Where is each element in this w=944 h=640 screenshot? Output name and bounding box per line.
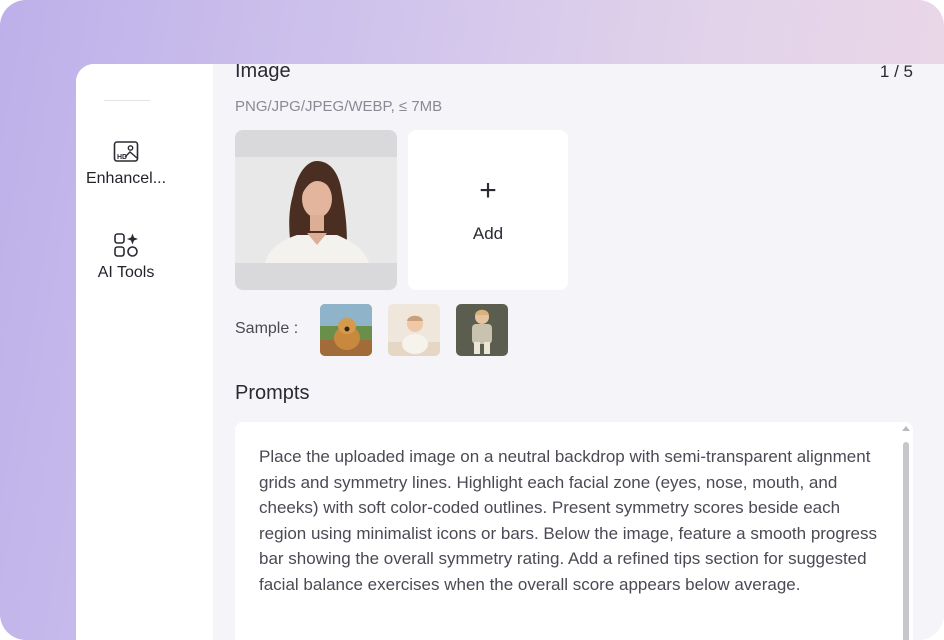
image-counter: 1 / 5 — [879, 64, 913, 81]
sample-image-dog[interactable] — [320, 304, 372, 356]
sidebar-item-label: Enhancel... — [85, 170, 167, 187]
scroll-up-arrow-icon[interactable] — [902, 426, 910, 431]
scrollbar-thumb[interactable] — [903, 442, 909, 640]
sidebar-item-ai-tools[interactable]: AI Tools — [76, 232, 176, 282]
sidebar-item-label: AI Tools — [97, 264, 155, 281]
plus-icon: + — [479, 174, 497, 207]
image-format-hint: PNG/JPG/JPEG/WEBP, ≤ 7MB — [235, 98, 443, 115]
image-section-title: Image — [235, 64, 291, 82]
app-window: HD Enhancel... AI Tools Image 1 / 5 PNG/… — [0, 0, 944, 640]
sample-image-baby[interactable] — [388, 304, 440, 356]
svg-text:HD: HD — [117, 154, 127, 161]
add-image-button[interactable]: + Add — [408, 130, 568, 290]
portrait-photo — [235, 157, 397, 263]
prompt-textarea[interactable]: Place the uploaded image on a neutral ba… — [235, 422, 913, 640]
prompt-text: Place the uploaded image on a neutral ba… — [259, 447, 877, 594]
app-panel: HD Enhancel... AI Tools Image 1 / 5 PNG/… — [76, 64, 944, 640]
hd-image-icon: HD — [76, 140, 176, 164]
add-image-label: Add — [472, 224, 504, 243]
sample-label: Sample : — [235, 320, 299, 337]
uploaded-image-thumbnail[interactable] — [235, 130, 397, 290]
sidebar: HD Enhancel... AI Tools — [76, 64, 213, 640]
sidebar-divider — [104, 100, 150, 101]
sample-image-toddler[interactable] — [456, 304, 508, 356]
prompts-title: Prompts — [235, 382, 310, 404]
ai-tools-icon — [76, 232, 176, 258]
sidebar-item-enhancer[interactable]: HD Enhancel... — [76, 140, 176, 188]
main-content: Image 1 / 5 PNG/JPG/JPEG/WEBP, ≤ 7MB + A… — [213, 64, 944, 640]
